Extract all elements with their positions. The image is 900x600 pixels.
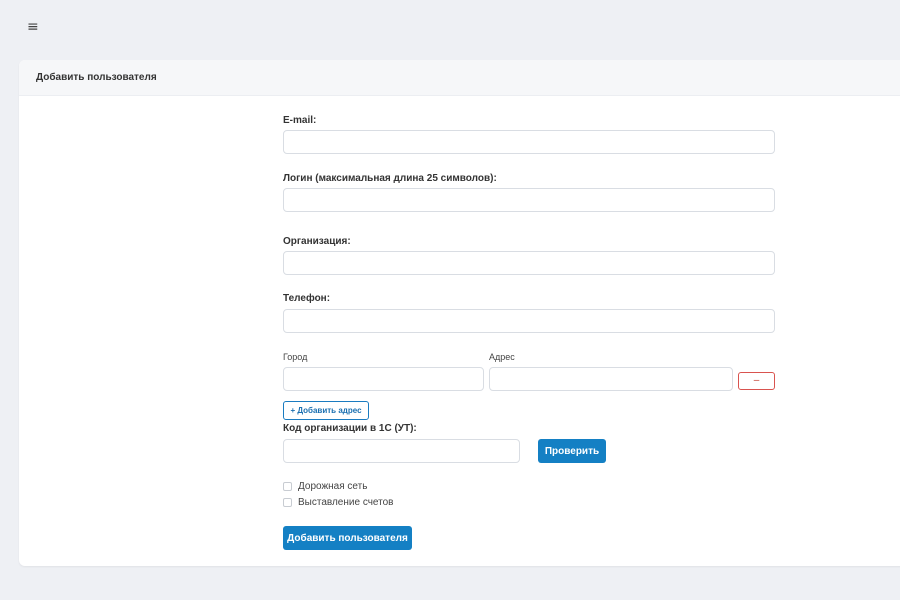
checkbox-label: Выставление счетов — [298, 497, 394, 508]
login-field[interactable] — [283, 188, 775, 212]
address-field[interactable] — [489, 367, 733, 391]
org-code-label: Код организации в 1С (УТ): — [283, 423, 417, 434]
login-label: Логин (максимальная длина 25 символов): — [283, 173, 497, 184]
add-user-card: Добавить пользователя E-mail: Логин (мак… — [19, 60, 900, 566]
checkbox-box[interactable] — [283, 498, 292, 507]
remove-address-button[interactable]: – — [738, 372, 775, 390]
email-field[interactable] — [283, 130, 775, 154]
add-address-button[interactable]: + Добавить адрес — [283, 401, 369, 420]
city-label: Город — [283, 352, 308, 362]
phone-field[interactable] — [283, 309, 775, 333]
org-code-field[interactable] — [283, 439, 520, 463]
check-button[interactable]: Проверить — [538, 439, 606, 463]
menu-icon[interactable]: ≡ — [27, 18, 39, 36]
organization-label: Организация: — [283, 236, 351, 247]
checkbox-box[interactable] — [283, 482, 292, 491]
organization-field[interactable] — [283, 251, 775, 275]
address-label: Адрес — [489, 352, 515, 362]
email-label: E-mail: — [283, 115, 317, 126]
city-field[interactable] — [283, 367, 484, 391]
card-title: Добавить пользователя — [36, 72, 157, 83]
card-header: Добавить пользователя — [19, 60, 900, 96]
top-bar: ≡ — [0, 0, 900, 55]
checkbox-road-network[interactable]: Дорожная сеть — [283, 481, 367, 492]
phone-label: Телефон: — [283, 293, 331, 304]
add-user-button[interactable]: Добавить пользователя — [283, 526, 412, 550]
checkbox-label: Дорожная сеть — [298, 481, 368, 492]
checkbox-invoicing[interactable]: Выставление счетов — [283, 497, 393, 508]
